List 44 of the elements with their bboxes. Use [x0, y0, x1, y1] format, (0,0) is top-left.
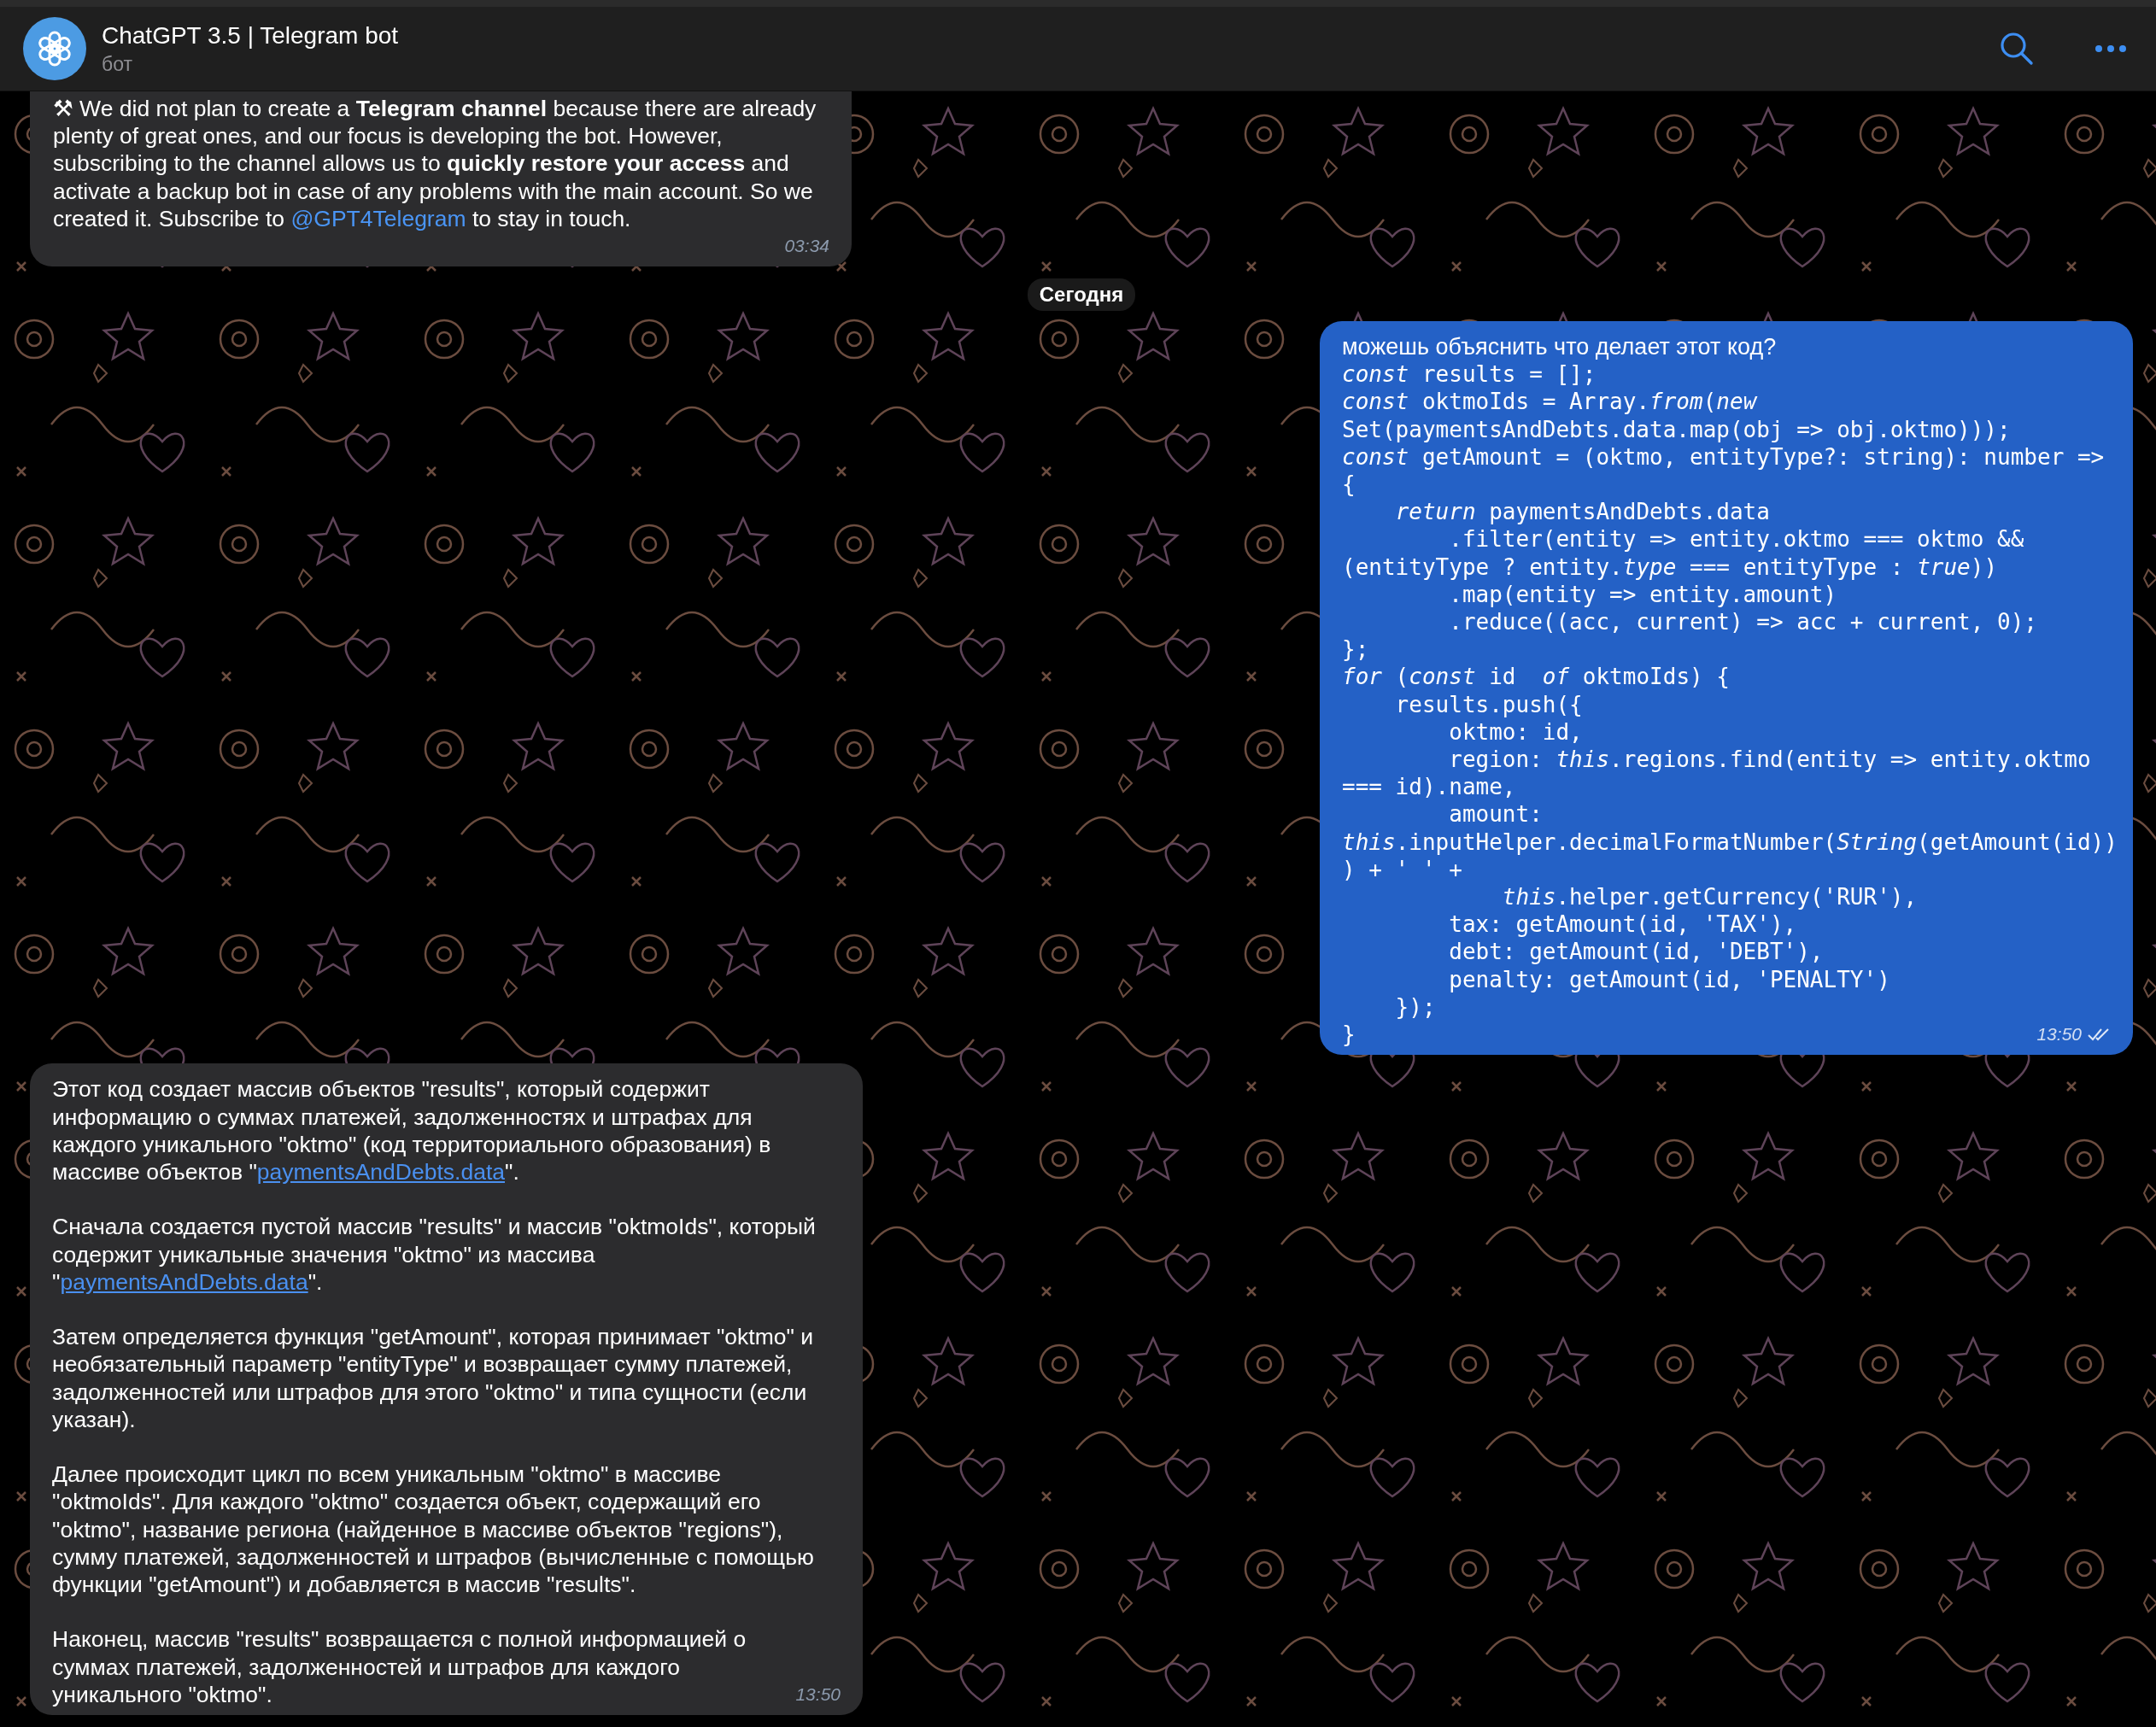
code-line: return paymentsAndDebts.data — [1394, 498, 1770, 526]
more-icon — [2094, 44, 2127, 53]
code-line: const oktmoIds = Array.from(new — [1342, 388, 1757, 416]
code-line: === id).name, — [1342, 773, 1516, 801]
message-time: 13:50 — [2036, 1023, 2082, 1046]
code-line: .reduce((acc, current) => acc + current, 0); — [1448, 608, 2037, 636]
message-text: Этот код создает массив объектов "results", который содержит информацию о суммах платежей, задолженностях и штрафах для каждого уникального "oktmo" (код территориального образования) в массиве объектов "paymentsAndDebts.data". — [52, 1075, 772, 1186]
code-line: region: this.regions.find(entity => entity.oktmo — [1448, 746, 2091, 774]
channel-link[interactable]: @GPT4Telegram — [290, 205, 466, 231]
code-line: ) + ' ' + — [1342, 855, 1462, 884]
code-line: amount: — [1448, 800, 1543, 828]
chat-subtitle: бот — [102, 52, 133, 76]
code-line: tax: getAmount(id, 'TAX'), — [1448, 910, 1797, 939]
code-line: const getAmount = (oktmo, entityType?: string): number => — [1342, 442, 2105, 471]
code-link[interactable]: paymentsAndDebts.data — [256, 1158, 505, 1185]
code-line: this.helper.getCurrency('RUR'), — [1501, 883, 1918, 911]
date-separator: Сегодня — [1027, 278, 1136, 311]
message-text: Сначала создается пустой массив "results" и массив "oktmoIds", который содержит уникальные значения "oktmo" из массива "paymentsAndDebts.data". — [52, 1213, 817, 1296]
message-text: можешь объяснить что делает этот код? — [1342, 333, 1777, 361]
code-line: .map(entity => entity.amount) — [1448, 580, 1837, 609]
code-line: Set(paymentsAndDebts.data.map(obj => obj.oktmo))); — [1342, 415, 2011, 443]
message-text: Далее происходит цикл по всем уникальным "oktmo" в массиве "oktmoIds". Для каждого "oktmo" создается объект, содержащий его "oktmo", название региона (найденное в массиве объектов "regions"), сумму платежей, задолженностей и штрафов (вычисленные с помощью функции "getAmount") и добавляется в массив "results". — [52, 1461, 815, 1599]
code-line: }; — [1342, 635, 1369, 664]
code-line: penalty: getAmount(id, 'PENALTY') — [1448, 965, 1890, 993]
message-time: 13:50 — [795, 1683, 841, 1706]
code-line: { — [1342, 471, 1356, 499]
chat-title: ChatGPT 3.5 | Telegram bot — [102, 21, 400, 50]
code-line: } — [1342, 1021, 1356, 1049]
message-text: Наконец, массив "results" возвращается с полной информацией о суммах платежей, задолженностей и штрафов для каждого уникального "oktmo". — [52, 1625, 747, 1708]
code-line: (entityType ? entity.type === entityType : true)) — [1342, 553, 1998, 581]
message-time: 03:34 — [784, 234, 829, 257]
message-text: Затем определяется функция "getAmount", которая принимает "oktmo" и необязательный параметр "entityType" и возвращает сумму платежей, задолженностей или штрафов для этого "oktmo" и типа сущности (если указан). — [52, 1323, 815, 1433]
code-line: for (const id of oktmoIds) { — [1342, 663, 1730, 691]
bot-avatar-icon[interactable] — [23, 17, 86, 80]
code-link[interactable]: paymentsAndDebts.data — [60, 1268, 308, 1295]
code-line: .filter(entity => entity.oktmo === oktmo && — [1448, 525, 2024, 553]
code-line: }); — [1394, 992, 1436, 1022]
code-line: debt: getAmount(id, 'DEBT'), — [1448, 938, 1824, 966]
code-line: this.inputHelper.decimalFormatNumber(String(getAmount(id)) — [1342, 828, 2118, 856]
message-text: ⚒ We did not plan to create a Telegram channel because there are already plenty of great ones, and our focus is developing the bot. However, subscribing to the channel allows us to quickly restore your access and activate a backup bot in case of any problems with the main account. So we created it. Subscribe to @GPT4Telegram to stay in touch. — [53, 95, 817, 232]
search-icon — [1999, 31, 2035, 67]
code-line: results.push({ — [1394, 690, 1583, 718]
code-line: const results = []; — [1342, 360, 1596, 389]
code-line: oktmo: id, — [1448, 717, 1583, 746]
